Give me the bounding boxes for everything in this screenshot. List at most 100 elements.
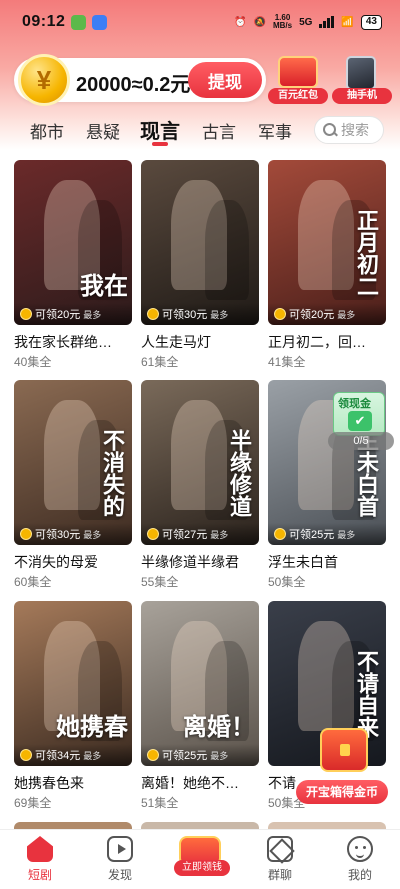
phone-lottery-promo[interactable]: 抽手机: [332, 56, 392, 104]
nav-item-group-chat[interactable]: 群聊: [250, 836, 310, 883]
net-speed: 1.60 MB/s: [272, 13, 293, 30]
wifi-icon: 📶: [341, 16, 354, 28]
drama-title[interactable]: 我在家长群绝…: [14, 332, 132, 352]
episode-count: 41集全: [268, 355, 306, 369]
network-type: 5G: [299, 16, 313, 28]
status-bar: 09:12 ⏰ 🔕 1.60 MB/s 5G 📶 43: [0, 0, 400, 44]
poster-title-text: 半缘修道: [226, 429, 252, 517]
reward-max-label: 最多: [210, 750, 229, 761]
coin-balance-text: 20000≈0.2元: [76, 74, 191, 96]
reward-text: 可领20元: [35, 309, 81, 321]
coin-icon: [20, 749, 32, 761]
coin-icon: [20, 308, 32, 320]
episode-count: 40集全: [14, 355, 52, 369]
red-packet-promo[interactable]: 百元红包: [268, 56, 328, 104]
reward-max-label: 最多: [83, 750, 102, 761]
drama-title[interactable]: 浮生未白首: [268, 552, 386, 572]
tab-suspense[interactable]: 悬疑: [86, 118, 120, 143]
search-input[interactable]: 搜索: [314, 116, 384, 144]
nav-item-shorts[interactable]: 短剧: [10, 836, 70, 883]
coin-icon: [20, 528, 32, 540]
reward-badge: 可领20元 最多: [268, 303, 386, 325]
reward-badge: 可领34元 最多: [14, 744, 132, 766]
episode-count: 60集全: [14, 575, 52, 589]
claim-money-label: 立即领钱: [174, 860, 230, 876]
redpack-icon: 立即领钱: [174, 836, 230, 876]
play-icon: [107, 836, 133, 862]
tab-urban[interactable]: 都市: [30, 118, 64, 143]
drama-title[interactable]: 她携春色来: [14, 773, 132, 793]
drama-title[interactable]: 离婚！她绝不…: [141, 773, 259, 793]
poster-figure: [205, 200, 249, 300]
episode-count: 61集全: [141, 355, 179, 369]
nav-label: 发现: [107, 868, 132, 882]
signal-icon: [319, 16, 335, 28]
coin-icon: [274, 528, 286, 540]
poster-title-text: 离婚！: [183, 712, 255, 741]
drama-title[interactable]: 正月初二，回…: [268, 332, 386, 352]
nav-item-profile[interactable]: 我的: [330, 836, 390, 883]
episode-count: 50集全: [268, 575, 306, 589]
tab-ancient-romance[interactable]: 古言: [202, 118, 236, 143]
reward-badge: 可领27元 最多: [141, 523, 259, 545]
reward-text: 可领25元: [162, 750, 208, 762]
poster-title-text: 我在: [80, 271, 128, 300]
withdraw-button[interactable]: 提现: [188, 62, 262, 98]
drama-poster[interactable]: 离婚！ 可领25元 最多: [141, 601, 259, 766]
poster-title-text: 正月初二: [353, 209, 379, 297]
red-packet-icon: [278, 56, 318, 88]
phone-lottery-label: 抽手机: [332, 88, 392, 104]
reward-badge: 可领20元 最多: [14, 303, 132, 325]
reward-text: 可领20元: [289, 309, 335, 321]
reward-max-label: 最多: [337, 529, 356, 540]
treasure-chest-icon: [320, 728, 368, 772]
reward-max-label: 最多: [83, 309, 102, 320]
status-app-icon: [92, 14, 108, 30]
home-icon: [27, 836, 53, 862]
cash-icon: ✔: [348, 411, 372, 431]
nav-label: 我的: [347, 868, 372, 882]
drama-title[interactable]: 不消失的母爱: [14, 552, 132, 572]
drama-poster[interactable]: 我在可领20元 最多: [14, 160, 132, 325]
reward-text: 可领34元: [35, 750, 81, 762]
reward-max-label: 最多: [337, 309, 356, 320]
tab-military[interactable]: 军事: [258, 118, 292, 143]
nav-label: 群聊: [267, 868, 292, 882]
reward-badge: 可领25元 最多: [141, 744, 259, 766]
search-icon: [323, 123, 337, 137]
drama-poster[interactable]: 正月初二可领20元 最多: [268, 160, 386, 325]
status-indicators: ⏰ 🔕 1.60 MB/s 5G 📶 43: [234, 14, 382, 30]
episode-count: 55集全: [141, 575, 179, 589]
coin-icon: [147, 749, 159, 761]
reward-max-label: 最多: [210, 529, 229, 540]
coin-balance-banner[interactable]: ¥ 20000≈0.2元 提现: [14, 54, 266, 106]
reward-badge: 可领25元 最多: [268, 523, 386, 545]
battery-indicator: 43: [360, 14, 382, 30]
red-packet-label: 百元红包: [268, 88, 328, 104]
drama-title[interactable]: 半缘修道半缘君: [141, 552, 259, 572]
reward-badge: 可领30元 最多: [141, 303, 259, 325]
nav-item-discover[interactable]: 发现: [90, 836, 150, 883]
coin-icon: [274, 308, 286, 320]
coin-icon: ¥: [18, 54, 70, 106]
drama-poster[interactable]: 她携春可领34元 最多: [14, 601, 132, 766]
open-treasure-button[interactable]: 开宝箱得金币: [296, 780, 388, 804]
reward-max-label: 最多: [83, 529, 102, 540]
drama-title[interactable]: 人生走马灯: [141, 332, 259, 352]
reward-text: 可领30元: [162, 309, 208, 321]
episode-count: 69集全: [14, 796, 52, 810]
bottom-nav: 短剧 发现 立即领钱 群聊 我的: [0, 829, 400, 889]
poster-title-text: 她携春: [56, 712, 128, 741]
drama-poster[interactable]: 半缘修道可领27元 最多: [141, 380, 259, 545]
phone-icon: [346, 56, 376, 90]
claim-cash-widget[interactable]: 领现金 ✔: [333, 392, 385, 436]
treasure-chest-widget[interactable]: [310, 726, 376, 782]
nav-item-claim-money[interactable]: 立即领钱: [170, 836, 230, 876]
drama-poster[interactable]: 可领30元 最多: [141, 160, 259, 325]
search-placeholder: 搜索: [341, 122, 369, 138]
status-time: 09:12: [22, 13, 66, 30]
status-app-icon: [71, 14, 87, 30]
tab-modern-romance[interactable]: 现言: [140, 115, 180, 144]
mute-icon: 🔕: [253, 16, 266, 28]
drama-poster[interactable]: 不消失的 可领30元 最多: [14, 380, 132, 545]
